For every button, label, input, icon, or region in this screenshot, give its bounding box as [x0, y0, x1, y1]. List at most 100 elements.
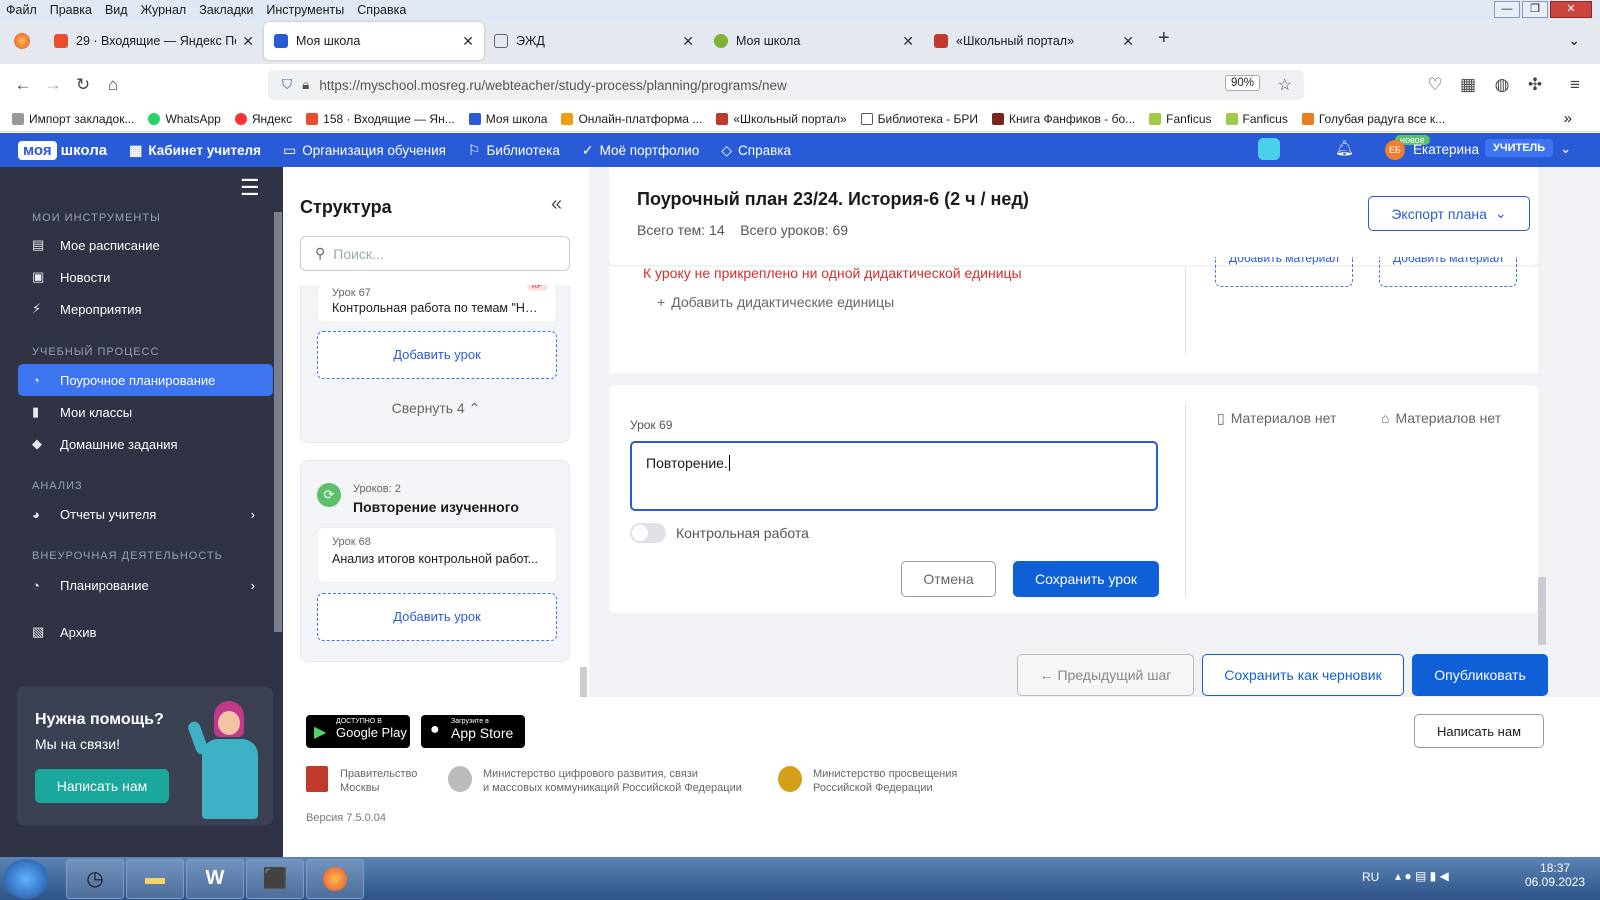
- menu-view[interactable]: Вид: [105, 3, 128, 17]
- language-indicator[interactable]: RU: [1362, 870, 1379, 884]
- bell-icon[interactable]: 🔔︎: [1335, 139, 1354, 157]
- address-bar[interactable]: ⛉ 🔒︎ https://myschool.mosreg.ru/webteach…: [268, 70, 1304, 100]
- word-icon[interactable]: W: [186, 858, 244, 899]
- lesson-title-input[interactable]: Повторение.: [630, 441, 1158, 511]
- forward-icon[interactable]: →: [38, 75, 68, 95]
- tab-myschool[interactable]: Моя школа ✕: [264, 22, 484, 60]
- close-tab-icon[interactable]: ✕: [902, 33, 914, 50]
- close-tab-icon[interactable]: ✕: [682, 33, 694, 50]
- maximize-button[interactable]: ❐: [1522, 1, 1548, 18]
- add-material-button[interactable]: Добавить материал: [1379, 257, 1517, 287]
- bookmark-item[interactable]: Голубая радуга все к...: [1301, 112, 1445, 126]
- write-us-button[interactable]: Написать нам: [1414, 714, 1544, 748]
- zoom-level[interactable]: 90%: [1224, 75, 1260, 91]
- hamburger-menu-icon[interactable]: ≡: [1560, 75, 1590, 95]
- previous-step-button[interactable]: ← Предыдущий шаг: [1017, 654, 1194, 696]
- sidebar-item-planning[interactable]: ◔ Поурочное планирование: [18, 364, 273, 396]
- firefox-menu-icon[interactable]: [0, 22, 44, 60]
- cancel-button[interactable]: Отмена: [901, 561, 996, 597]
- pdf-icon[interactable]: ⬛: [246, 858, 304, 899]
- bookmark-item[interactable]: Fanficus: [1149, 112, 1212, 126]
- app-store-badge[interactable]: ● Загрузите в App Store: [421, 715, 525, 748]
- nav-help[interactable]: ◇ Справка: [721, 142, 791, 159]
- close-tab-icon[interactable]: ✕: [1122, 33, 1134, 50]
- menu-help[interactable]: Справка: [357, 3, 406, 17]
- help-write-button[interactable]: Написать нам: [35, 769, 169, 803]
- gov-link[interactable]: Правительство Москвы: [340, 767, 417, 795]
- extension-icon[interactable]: ▦: [1453, 75, 1483, 95]
- extensions-icon[interactable]: ✣: [1520, 75, 1550, 95]
- add-material-button[interactable]: Добавить материал: [1215, 257, 1353, 287]
- bookmark-item[interactable]: «Школьный портал»: [716, 112, 847, 126]
- bookmark-item[interactable]: Моя школа: [468, 112, 547, 126]
- bookmark-item[interactable]: Яндекс: [234, 112, 292, 126]
- menu-file[interactable]: Файл: [6, 3, 37, 17]
- sidebar-item-schedule[interactable]: ▤ Мое расписание: [18, 229, 273, 261]
- add-units-button[interactable]: + Добавить дидактические единицы: [657, 294, 894, 310]
- bookmark-item[interactable]: WhatsApp: [148, 112, 221, 126]
- list-tabs-icon[interactable]: ⌄: [1568, 32, 1580, 49]
- minimize-button[interactable]: —: [1494, 1, 1520, 18]
- sidebar-item-homework[interactable]: ◆ Домашние задания: [18, 428, 273, 460]
- section-title[interactable]: Повторение изученного: [353, 499, 519, 515]
- search-input[interactable]: ⚲ Поиск...: [300, 236, 570, 271]
- user-name[interactable]: Екатерина: [1413, 142, 1479, 157]
- tab-school-portal[interactable]: «Школьный портал» ✕: [924, 22, 1144, 60]
- lesson-item[interactable]: Урок 67 Контрольная работа по темам "Нар…: [317, 285, 557, 323]
- sidebar-item-reports[interactable]: ◕ Отчеты учителя ›: [18, 498, 273, 530]
- lesson-item[interactable]: Урок 68 Анализ итогов контрольной работ.…: [317, 527, 557, 583]
- collapse-menu-icon[interactable]: ☰: [240, 175, 260, 201]
- chevron-down-icon[interactable]: ⌄: [1560, 141, 1571, 157]
- avatar[interactable]: ЕБ: [1385, 140, 1405, 160]
- content-scrollbar[interactable]: [1538, 577, 1546, 645]
- menu-bookmarks[interactable]: Закладки: [199, 3, 253, 17]
- bookmark-item[interactable]: 158 · Входящие — Ян...: [306, 112, 455, 126]
- firefox-icon[interactable]: [306, 858, 364, 899]
- bookmark-item[interactable]: Импорт закладок...: [12, 112, 134, 126]
- save-draft-button[interactable]: Сохранить как черновик: [1202, 654, 1404, 696]
- bookmark-item[interactable]: Библиотека - БРИ: [860, 112, 978, 126]
- menu-tools[interactable]: Инструменты: [266, 3, 344, 17]
- reload-icon[interactable]: ↻: [68, 75, 98, 95]
- close-tab-icon[interactable]: ✕: [462, 33, 474, 50]
- test-toggle[interactable]: [630, 523, 666, 543]
- menu-edit[interactable]: Правка: [50, 3, 92, 17]
- publish-button[interactable]: Опубликовать: [1412, 654, 1548, 696]
- home-icon[interactable]: ⌂: [98, 75, 128, 95]
- clock[interactable]: 18:37 06.09.2023: [1525, 861, 1585, 889]
- globe-icon[interactable]: ◍: [1487, 75, 1517, 95]
- close-tab-icon[interactable]: ✕: [242, 33, 254, 50]
- more-bookmarks-icon[interactable]: »: [1564, 110, 1572, 127]
- clock-app-icon[interactable]: ◷: [66, 858, 124, 899]
- nav-teacher-cabinet[interactable]: ▦ Кабинет учителя: [129, 142, 261, 159]
- sidebar-item-classes[interactable]: ▮ Мои классы: [18, 396, 273, 428]
- back-icon[interactable]: ←: [8, 75, 38, 95]
- collapse-toggle[interactable]: Свернуть 4 ⌃: [301, 400, 569, 417]
- save-lesson-button[interactable]: Сохранить урок: [1013, 561, 1159, 597]
- tab-yandex-mail[interactable]: 29 · Входящие — Яндекс Почта✕: [44, 22, 264, 60]
- sidebar-item-archive[interactable]: ▧ Архив: [18, 616, 273, 648]
- export-button[interactable]: Экспорт плана ⌄: [1368, 196, 1530, 231]
- tab-ezhd[interactable]: ЭЖД ✕: [484, 22, 704, 60]
- bookmark-item[interactable]: Fanficus: [1225, 112, 1288, 126]
- chat-icon[interactable]: [1258, 138, 1280, 160]
- start-button[interactable]: [4, 858, 48, 899]
- add-lesson-button[interactable]: Добавить урок: [317, 331, 557, 379]
- collapse-panel-icon[interactable]: «: [551, 193, 562, 216]
- nav-organization[interactable]: ▭ Организация обучения: [283, 142, 446, 159]
- sidebar-scrollbar[interactable]: [274, 212, 282, 632]
- tray-icons[interactable]: ▴ ● ▤ ▮ ◀︎: [1395, 869, 1449, 883]
- new-tab-icon[interactable]: +: [1158, 27, 1170, 50]
- bookmark-item[interactable]: Книга Фанфиков - бо...: [992, 112, 1135, 126]
- gov-link[interactable]: Министерство цифрового развития, связи и …: [483, 767, 742, 795]
- sidebar-item-news[interactable]: ▣ Новости: [18, 261, 273, 293]
- gov-link[interactable]: Министерство просвещения Российской Федер…: [813, 767, 957, 795]
- nav-library[interactable]: ⚐ Библиотека: [468, 142, 560, 159]
- menu-history[interactable]: Журнал: [141, 3, 187, 17]
- folder-icon[interactable]: ▬: [126, 858, 184, 899]
- add-lesson-button[interactable]: Добавить урок: [317, 593, 557, 641]
- panel-scrollbar[interactable]: [580, 667, 587, 697]
- bookmark-item[interactable]: Онлайн-платформа ...: [561, 112, 702, 126]
- logo[interactable]: моя школа: [18, 140, 107, 160]
- google-play-badge[interactable]: ▶ ДОСТУПНО В Google Play: [306, 715, 410, 748]
